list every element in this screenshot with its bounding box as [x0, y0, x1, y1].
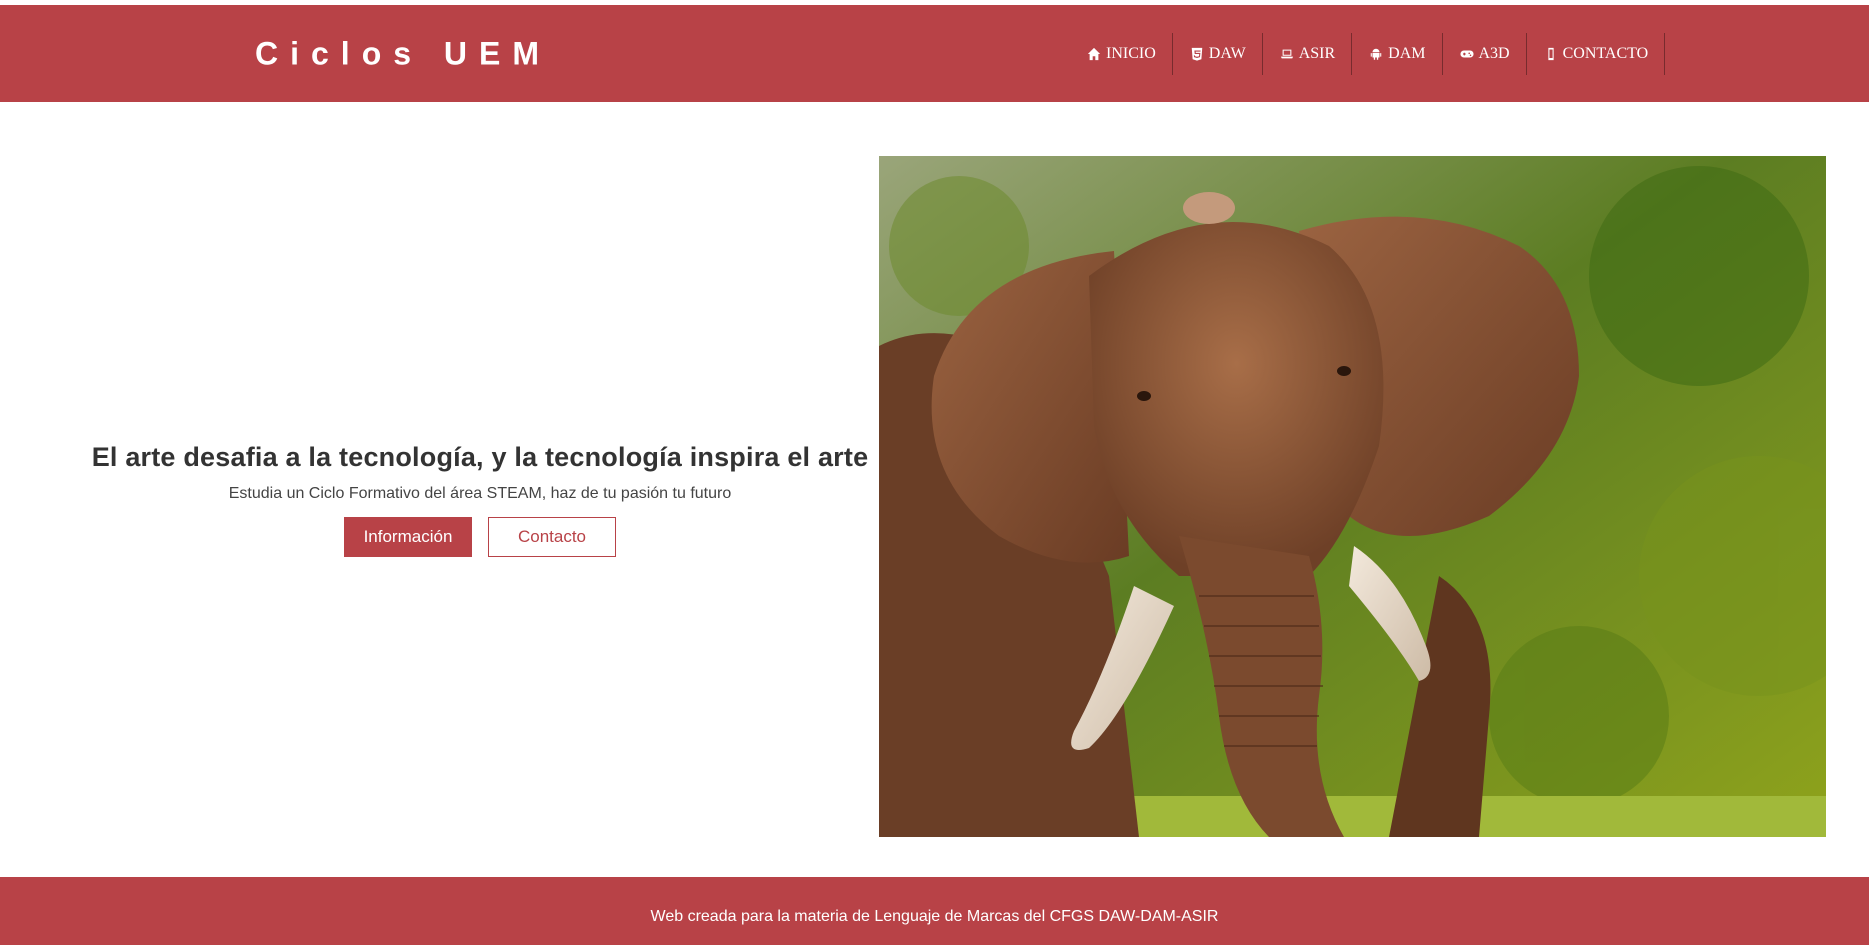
nav-label: ASIR [1298, 45, 1336, 62]
nav-label: A3D [1478, 45, 1510, 62]
mobile-icon [1543, 46, 1559, 62]
nav-item-dam[interactable]: DAM [1352, 33, 1443, 75]
hero-buttons: Información Contacto [60, 517, 900, 557]
nav-item-a3d[interactable]: A3D [1443, 33, 1527, 75]
hero-text: El arte desafia a la tecnología, y la te… [60, 442, 900, 557]
nav-item-asir[interactable]: ASIR [1263, 33, 1353, 75]
main-content: El arte desafia a la tecnología, y la te… [0, 102, 1869, 877]
hero-subtitle: Estudia un Ciclo Formativo del área STEA… [228, 485, 732, 502]
html5-icon [1189, 46, 1205, 62]
nav-item-daw[interactable]: DAW [1173, 33, 1263, 75]
footer-text: Web creada para la materia de Lenguaje d… [650, 908, 1219, 925]
gamepad-icon [1459, 46, 1475, 62]
main-nav: INICIO DAW ASIR DAM A3D CONTACTO [1070, 33, 1666, 75]
nav-label: DAW [1208, 45, 1246, 62]
contacto-button[interactable]: Contacto [488, 517, 616, 557]
site-footer: Web creada para la materia de Lenguaje d… [0, 877, 1869, 945]
nav-label: CONTACTO [1562, 45, 1649, 62]
home-icon [1086, 46, 1102, 62]
elephant-photo [879, 156, 1826, 837]
informacion-button[interactable]: Información [344, 517, 472, 557]
nav-item-contacto[interactable]: CONTACTO [1527, 33, 1666, 75]
android-icon [1368, 46, 1384, 62]
nav-item-inicio[interactable]: INICIO [1070, 33, 1173, 75]
nav-label: DAM [1388, 45, 1426, 62]
nav-label: INICIO [1106, 45, 1156, 62]
brand-logo[interactable]: Ciclos UEM [255, 35, 551, 72]
site-header: Ciclos UEM INICIO DAW ASIR DAM A3D CONTA… [0, 5, 1869, 102]
hero-title: El arte desafia a la tecnología, y la te… [91, 442, 869, 472]
laptop-icon [1279, 46, 1295, 62]
